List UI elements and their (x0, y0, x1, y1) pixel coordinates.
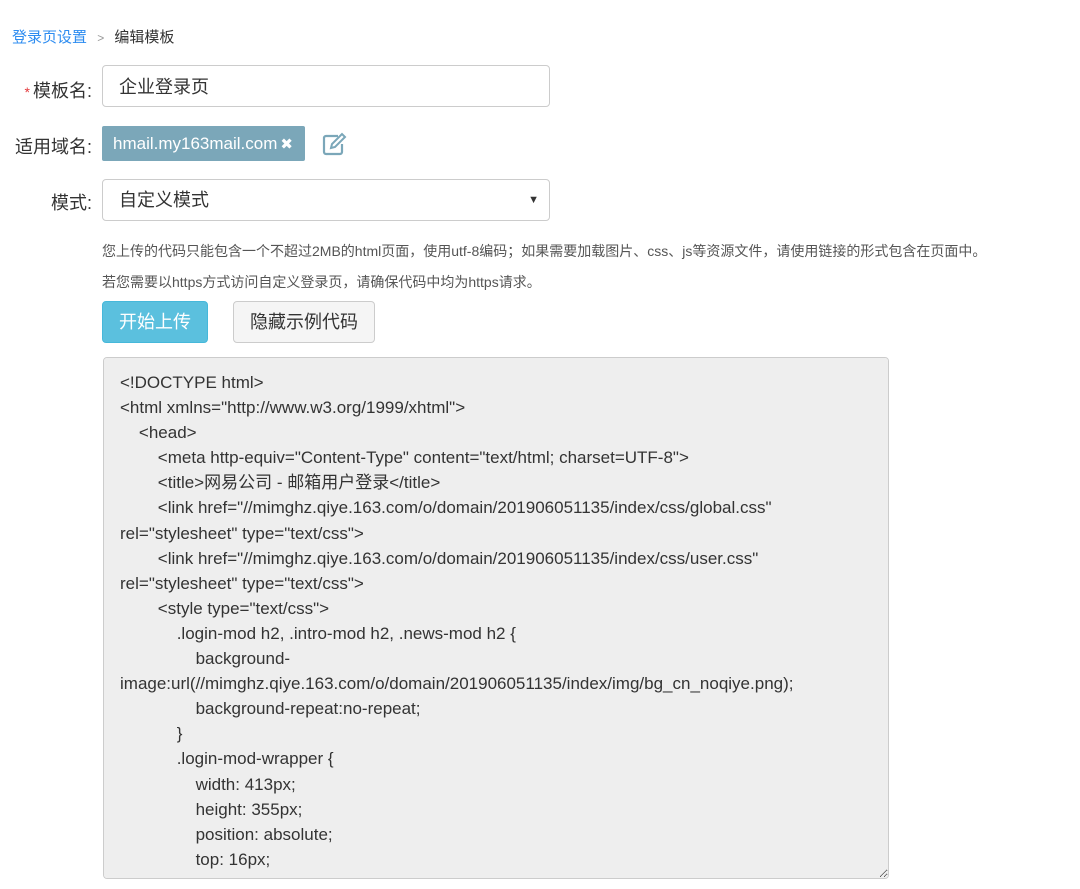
mode-selected-value: 自定义模式 (119, 190, 209, 210)
chevron-down-icon: ▼ (528, 180, 539, 220)
remove-domain-icon[interactable]: ✖ (280, 136, 293, 153)
edit-icon[interactable] (322, 132, 348, 156)
breadcrumb-separator: > (97, 31, 104, 45)
hide-sample-code-button[interactable]: 隐藏示例代码 (233, 301, 375, 343)
template-name-label-text: 模板名: (33, 81, 92, 101)
mode-select[interactable]: 自定义模式 ▼ (102, 179, 550, 221)
template-name-input[interactable] (102, 65, 550, 107)
hint-size-limit: 您上传的代码只能包含一个不超过2MB的html页面，使用utf-8编码；如果需要… (102, 241, 986, 261)
template-name-label: *模板名: (0, 77, 92, 103)
breadcrumb: 登录页设置 > 编辑模板 (12, 26, 174, 47)
domain-tag: hmail.my163mail.com✖ (102, 126, 305, 161)
domain-label: 适用域名: (0, 133, 92, 159)
mode-label: 模式: (0, 189, 92, 215)
sample-code-textarea[interactable]: <!DOCTYPE html> <html xmlns="http://www.… (103, 357, 889, 879)
hint-https: 若您需要以https方式访问自定义登录页，请确保代码中均为https请求。 (102, 272, 541, 292)
breadcrumb-login-page-settings[interactable]: 登录页设置 (12, 29, 87, 46)
required-mark: * (25, 84, 30, 100)
domain-tag-text: hmail.my163mail.com (113, 134, 277, 153)
start-upload-button[interactable]: 开始上传 (102, 301, 208, 343)
breadcrumb-current: 编辑模板 (114, 29, 174, 46)
